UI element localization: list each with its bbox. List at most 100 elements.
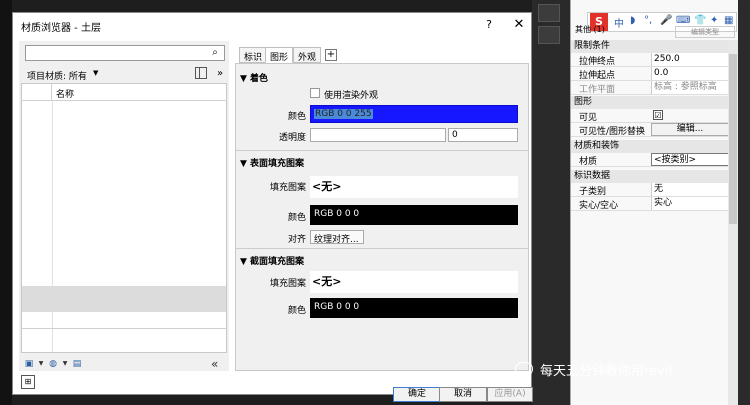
asset-browser-icon[interactable]: ⊞ <box>21 375 35 389</box>
tab-graphics[interactable]: 图形 <box>265 47 294 63</box>
property-key: 实心/空心 <box>579 201 619 211</box>
property-key: 可见 <box>579 113 598 123</box>
property-key: 可见性/图形替换 <box>579 127 646 137</box>
divider <box>236 150 528 151</box>
strip-block <box>538 26 560 44</box>
divider <box>22 328 226 329</box>
category-materials[interactable]: 材质和装饰 <box>571 140 729 153</box>
library-panel-icon[interactable]: ▤ <box>71 358 83 370</box>
property-value[interactable]: <按类别> <box>651 153 729 166</box>
library-toolbar: ▣ ▼ ◍ ▼ ▤ « <box>19 356 229 374</box>
color-label: 颜色 <box>287 112 306 122</box>
ok-button[interactable]: 确定 <box>393 387 441 402</box>
property-row: 工作平面 标高 : 参照标高 <box>571 81 729 95</box>
property-row: 可见性/图形替换 编辑... <box>571 123 729 137</box>
list-icon-column <box>22 84 52 101</box>
material-list-pane: ⌕ 项目材质: 所有 ▼ » 名称 ▣ ▼ ◍ ▼ ▤ « <box>19 41 229 371</box>
texture-align-button[interactable]: 纹理对齐... <box>310 230 364 245</box>
cancel-button[interactable]: 取消 <box>439 387 487 402</box>
shading-color-value: RGB 0 0 255 <box>314 109 373 119</box>
list-item[interactable] <box>22 286 226 312</box>
ime-item[interactable]: 👕 <box>694 15 706 26</box>
property-value[interactable]: 0.0 <box>651 67 729 80</box>
property-value[interactable]: 实心 <box>651 197 729 210</box>
column-divider <box>52 101 53 352</box>
category-graphics[interactable]: 图形 <box>571 96 729 109</box>
chevron-down-icon[interactable]: ▼ <box>35 358 47 370</box>
library-icon[interactable]: ▣ <box>23 358 35 370</box>
material-list[interactable]: 名称 <box>21 83 227 353</box>
surface-color-swatch[interactable]: RGB 0 0 0 <box>310 205 518 225</box>
cut-pattern-label: 填充图案 <box>269 279 306 289</box>
surface-pattern-field[interactable]: <无> <box>310 176 518 198</box>
use-render-appearance-label: 使用渲染外观 <box>324 91 379 101</box>
watermark-text: 每天五分钟教你用revit <box>540 364 674 379</box>
align-label: 对齐 <box>287 235 306 245</box>
new-material-icon[interactable]: ◍ <box>47 358 59 370</box>
tab-appearance[interactable]: 外观 <box>293 47 322 63</box>
background-strip <box>532 0 570 405</box>
section-cut-pattern[interactable]: ▼ 截面填充图案 <box>240 254 304 267</box>
tab-identity[interactable]: 标识 <box>239 47 268 63</box>
property-value[interactable]: 250.0 <box>651 53 729 66</box>
visible-checkbox[interactable]: ☑ <box>653 110 663 120</box>
scrollbar-thumb[interactable] <box>729 54 737 224</box>
transparency-slider[interactable] <box>310 128 446 142</box>
search-icon[interactable]: ⌕ <box>209 47 221 59</box>
tab-bar: 标识 图形 外观 + <box>239 45 529 63</box>
view-toggle-icon[interactable] <box>195 67 207 79</box>
property-row: 拉伸终点 250.0 <box>571 53 729 67</box>
title-bar: 材质浏览器 - 土层 ? ✕ <box>13 13 531 37</box>
list-header <box>22 84 226 101</box>
add-asset-button[interactable]: + <box>325 49 337 61</box>
search-input[interactable]: ⌕ <box>25 45 225 61</box>
background-right <box>738 0 750 405</box>
property-value[interactable]: 无 <box>651 183 729 196</box>
chevron-down-icon[interactable]: ▼ <box>93 69 98 77</box>
property-key: 工作平面 <box>579 85 616 95</box>
property-key: 拉伸起点 <box>579 71 616 81</box>
cut-color-swatch[interactable]: RGB 0 0 0 <box>310 298 518 318</box>
ime-item[interactable]: ⌨ <box>676 15 690 26</box>
property-key: 子类别 <box>579 187 607 197</box>
surface-pattern-label: 填充图案 <box>269 183 306 193</box>
property-row: 可见 ☑ <box>571 109 729 123</box>
name-column-header[interactable]: 名称 <box>56 87 74 100</box>
property-key: 材质 <box>579 157 598 167</box>
section-shading[interactable]: ▼ 着色 <box>240 71 268 84</box>
divider <box>236 248 528 249</box>
collapse-icon[interactable]: « <box>211 357 218 371</box>
property-value: 标高 : 参照标高 <box>651 81 729 94</box>
property-row: 材质 <按类别> <box>571 153 729 167</box>
chevron-down-icon[interactable]: ▼ <box>59 358 71 370</box>
cut-color-label: 颜色 <box>287 306 306 316</box>
edit-type-button[interactable]: 编辑类型 <box>675 26 735 38</box>
dialog-title: 材质浏览器 - 土层 <box>21 23 101 34</box>
apply-button[interactable]: 应用(A) <box>487 387 533 402</box>
strip-block <box>538 4 560 22</box>
cut-pattern-field[interactable]: <无> <box>310 271 518 293</box>
wechat-logo-icon <box>515 362 533 376</box>
property-key: 拉伸终点 <box>579 57 616 67</box>
properties-panel: S 中 ◗ °, 🎤 ⌨ 👕 ✦ ▦ 其他 (1) 编辑类型 限制条件 拉伸终点… <box>570 0 738 405</box>
close-button[interactable]: ✕ <box>511 15 527 35</box>
category-identity-data[interactable]: 标识数据 <box>571 170 729 183</box>
transparency-input[interactable]: 0 <box>448 128 518 142</box>
category-constraints[interactable]: 限制条件 <box>571 40 729 53</box>
surface-color-label: 颜色 <box>287 213 306 223</box>
edit-button[interactable]: 编辑... <box>651 123 729 136</box>
help-button[interactable]: ? <box>481 16 497 34</box>
material-browser-dialog: 材质浏览器 - 土层 ? ✕ ⌕ 项目材质: 所有 ▼ » 名称 ▣ ▼ ◍ ▼… <box>12 12 533 402</box>
background-left <box>0 0 12 405</box>
expand-panel-icon[interactable]: » <box>217 68 223 79</box>
filter-dropdown[interactable]: 项目材质: 所有 <box>27 69 87 82</box>
shading-color-swatch[interactable]: RGB 0 0 255 <box>310 105 518 123</box>
transparency-label: 透明度 <box>278 133 306 143</box>
section-surface-pattern[interactable]: ▼ 表面填充图案 <box>240 156 304 169</box>
type-selector[interactable]: 其他 (1) <box>575 24 675 38</box>
ime-item[interactable]: ▦ <box>724 15 733 26</box>
ime-item[interactable]: ✦ <box>710 15 718 26</box>
property-row: 拉伸起点 0.0 <box>571 67 729 81</box>
property-row: 子类别 无 <box>571 183 729 197</box>
use-render-appearance-checkbox[interactable] <box>310 88 320 98</box>
